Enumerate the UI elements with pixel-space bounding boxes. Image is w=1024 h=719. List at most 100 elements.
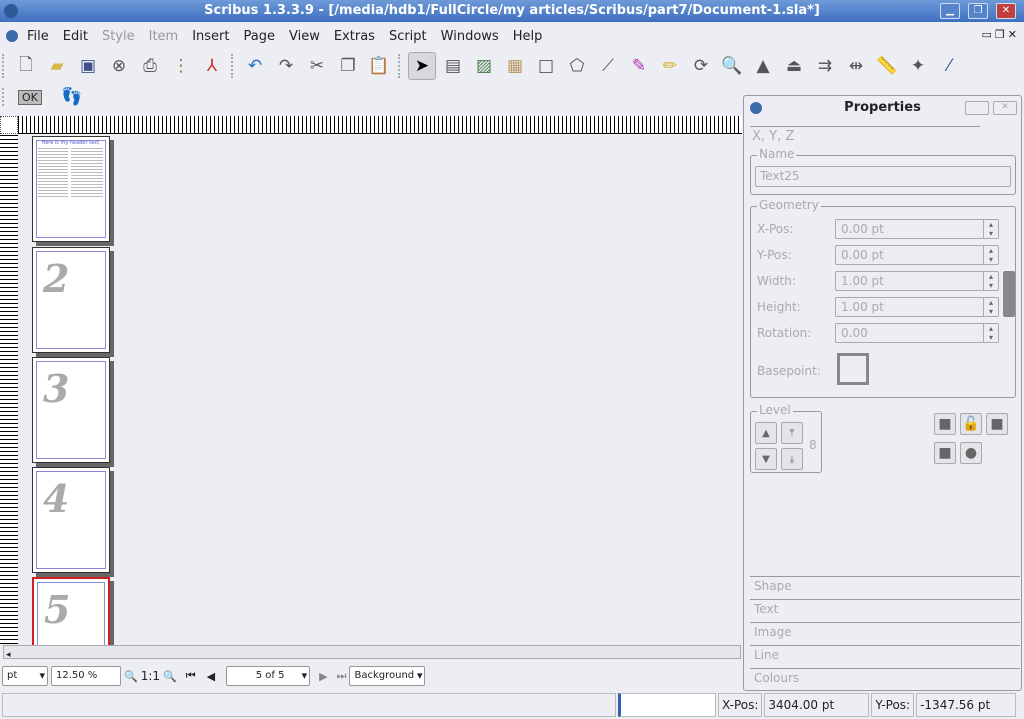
close-document-icon[interactable]: ⊗ — [105, 52, 133, 80]
menu-extras[interactable]: Extras — [327, 29, 382, 44]
new-document-icon[interactable]: 🗋 — [12, 52, 40, 80]
menu-edit[interactable]: Edit — [56, 29, 95, 44]
preflight-icon[interactable]: ⋮ — [167, 52, 195, 80]
undo-icon[interactable]: ↶ — [241, 52, 269, 80]
copy-properties-icon[interactable]: ✦ — [904, 52, 932, 80]
last-page-button[interactable]: ⏭ — [337, 669, 347, 683]
basepoint-selector[interactable] — [837, 353, 869, 385]
pdf-toolbar: OK 👣 — [0, 84, 89, 110]
page-4[interactable]: 4 — [32, 467, 110, 573]
close-button[interactable]: ✕ — [996, 3, 1016, 19]
menu-item[interactable]: Item — [142, 29, 186, 44]
print-icon[interactable]: ⎙ — [136, 52, 164, 80]
horizontal-ruler — [18, 116, 742, 134]
open-folder-icon[interactable]: ▰ — [43, 52, 71, 80]
flip-horizontal-button[interactable]: ■ — [934, 413, 956, 435]
footprints-icon[interactable]: 👣 — [58, 83, 86, 111]
zoom-icon[interactable]: 🔍 — [718, 52, 746, 80]
page-select[interactable]: 5 of 5 — [226, 666, 311, 686]
zoom-in-icon[interactable]: 🔍 — [163, 670, 177, 683]
first-page-button[interactable]: ⏮ — [186, 669, 196, 683]
tab-shape[interactable]: Shape — [750, 576, 1020, 598]
tab-xyz[interactable]: X, Y, Z — [752, 129, 794, 144]
paste-icon[interactable]: 📋 — [365, 52, 393, 80]
ok-button[interactable]: OK — [18, 89, 42, 105]
menu-insert[interactable]: Insert — [185, 29, 236, 44]
unlink-frames-icon[interactable]: ⇹ — [842, 52, 870, 80]
ypos-label: Y-Pos: — [871, 693, 915, 717]
raise-to-top-button[interactable]: ⤒ — [781, 422, 803, 444]
level-group: Level ▲ ⤒ ▼ ⤓ 8 — [750, 403, 822, 473]
lower-to-bottom-button[interactable]: ⤓ — [781, 448, 803, 470]
panel-close-button[interactable]: ✕ — [993, 101, 1017, 115]
lower-button[interactable]: ▼ — [755, 448, 777, 470]
tab-colours[interactable]: Colours — [750, 668, 1020, 690]
unit-select[interactable]: pt — [2, 666, 48, 686]
ypos-field[interactable]: 0.00 pt — [835, 245, 999, 265]
height-field[interactable]: 1.00 pt — [835, 297, 999, 317]
zoom-input[interactable]: 12.50 % — [51, 666, 121, 686]
eyedropper-icon[interactable]: ⁄ — [935, 52, 963, 80]
prev-page-button[interactable]: ◀ — [207, 670, 215, 683]
copy-icon[interactable]: ❐ — [334, 52, 362, 80]
zoom-out-icon[interactable]: 🔍 — [124, 670, 138, 683]
next-page-button[interactable]: ▶ — [319, 670, 327, 683]
page-2[interactable]: 2 — [32, 247, 110, 353]
tab-image[interactable]: Image — [750, 622, 1020, 644]
rotation-field[interactable]: 0.00 — [835, 323, 999, 343]
menu-windows[interactable]: Windows — [434, 29, 506, 44]
zoom-actual-button[interactable]: 1:1 — [141, 669, 160, 683]
status-message — [2, 693, 616, 717]
xpos-field[interactable]: 0.00 pt — [835, 219, 999, 239]
select-tool-icon[interactable]: ➤ — [408, 52, 436, 80]
redo-icon[interactable]: ↷ — [272, 52, 300, 80]
panel-float-button[interactable] — [965, 101, 989, 115]
main-toolbar: 🗋 ▰ ▣ ⊗ ⎙ ⋮ ⅄ ↶ ↷ ✂ ❐ 📋 ➤ ▤ ▨ ▦ □ ⬠ ⟋ ✎ … — [0, 50, 966, 82]
lock-icon[interactable]: 🔓 — [960, 413, 982, 435]
image-frame-icon[interactable]: ▨ — [470, 52, 498, 80]
link-frames-icon[interactable]: ⇉ — [811, 52, 839, 80]
polygon-icon[interactable]: ⬠ — [563, 52, 591, 80]
ruler-corner[interactable] — [0, 116, 18, 134]
cut-icon[interactable]: ✂ — [303, 52, 331, 80]
measure-icon[interactable]: 📏 — [873, 52, 901, 80]
xpos-label: X-Pos: — [718, 693, 763, 717]
layer-select[interactable]: Background — [349, 666, 426, 686]
width-field[interactable]: 1.00 pt — [835, 271, 999, 291]
keep-ratio-toggle[interactable] — [1003, 271, 1015, 317]
tab-line[interactable]: Line — [750, 645, 1020, 667]
height-field-label: Height: — [757, 300, 801, 314]
menu-script[interactable]: Script — [382, 29, 434, 44]
flip-vertical-button[interactable]: ■ — [934, 442, 956, 464]
minimize-button[interactable]: ▁ — [940, 3, 960, 19]
line-icon[interactable]: ⟋ — [594, 52, 622, 80]
size-lock-button[interactable]: ■ — [986, 413, 1008, 435]
save-icon[interactable]: ▣ — [74, 52, 102, 80]
menu-help[interactable]: Help — [506, 29, 550, 44]
document-canvas[interactable]: Here is my header text. 2 3 4 5 — [18, 134, 742, 645]
freehand-icon[interactable]: ✏ — [656, 52, 684, 80]
print-toggle-button[interactable]: ● — [960, 442, 982, 464]
page-1[interactable]: Here is my header text. — [32, 136, 110, 242]
raise-button[interactable]: ▲ — [755, 422, 777, 444]
maximize-button[interactable]: ❐ — [968, 3, 988, 19]
pdf-export-icon[interactable]: ⅄ — [198, 52, 226, 80]
name-input[interactable]: Text25 — [755, 166, 1011, 187]
text-frame-icon[interactable]: ▤ — [439, 52, 467, 80]
rotate-icon[interactable]: ⟳ — [687, 52, 715, 80]
bezier-icon[interactable]: ✎ — [625, 52, 653, 80]
menu-page[interactable]: Page — [237, 29, 282, 44]
menu-file[interactable]: File — [20, 29, 56, 44]
mdi-buttons[interactable]: ▭❐✕ — [982, 28, 1020, 41]
edit-contents-icon[interactable]: ▲ — [749, 52, 777, 80]
app-menu-icon[interactable] — [6, 30, 18, 42]
page-5[interactable]: 5 — [32, 577, 110, 645]
edit-text-icon[interactable]: ⏏ — [780, 52, 808, 80]
tab-text[interactable]: Text — [750, 599, 1020, 621]
menu-style[interactable]: Style — [95, 29, 142, 44]
table-icon[interactable]: ▦ — [501, 52, 529, 80]
menu-view[interactable]: View — [282, 29, 327, 44]
page-3[interactable]: 3 — [32, 357, 110, 463]
shape-icon[interactable]: □ — [532, 52, 560, 80]
horizontal-scrollbar[interactable]: ◂ — [3, 645, 741, 660]
